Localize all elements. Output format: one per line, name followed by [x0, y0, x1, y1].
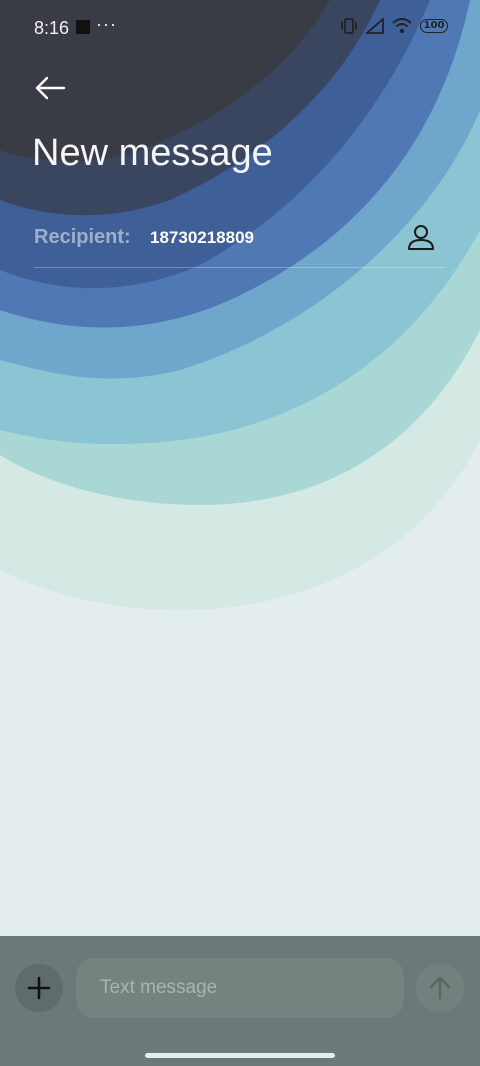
recipient-value[interactable]: 18730218809 — [150, 228, 254, 248]
contact-picker-button[interactable] — [404, 220, 438, 254]
home-indicator[interactable] — [145, 1053, 335, 1058]
status-icons: 100 — [340, 18, 448, 34]
plus-icon — [27, 976, 51, 1000]
status-bar: 8:16 ··· 100 — [0, 0, 480, 56]
status-time: 8:16 — [34, 18, 70, 38]
recipient-row[interactable]: Recipient: 18730218809 — [34, 218, 446, 268]
person-icon — [408, 225, 434, 250]
wifi-icon — [392, 18, 412, 34]
signal-icon — [366, 18, 384, 34]
back-button[interactable] — [28, 68, 72, 108]
vibrate-icon — [341, 18, 357, 34]
recipient-label: Recipient: — [34, 226, 131, 248]
arrow-up-icon — [429, 976, 451, 1000]
add-attachment-button[interactable] — [15, 964, 63, 1012]
compose-bar — [0, 936, 480, 1066]
page-title: New message — [32, 132, 273, 174]
more-notifications-icon: ··· — [96, 14, 117, 34]
message-input[interactable] — [76, 958, 404, 1018]
send-button[interactable] — [416, 964, 464, 1012]
battery-icon: 100 — [420, 19, 448, 33]
notification-icon — [76, 20, 90, 34]
arrow-left-icon — [35, 76, 66, 100]
